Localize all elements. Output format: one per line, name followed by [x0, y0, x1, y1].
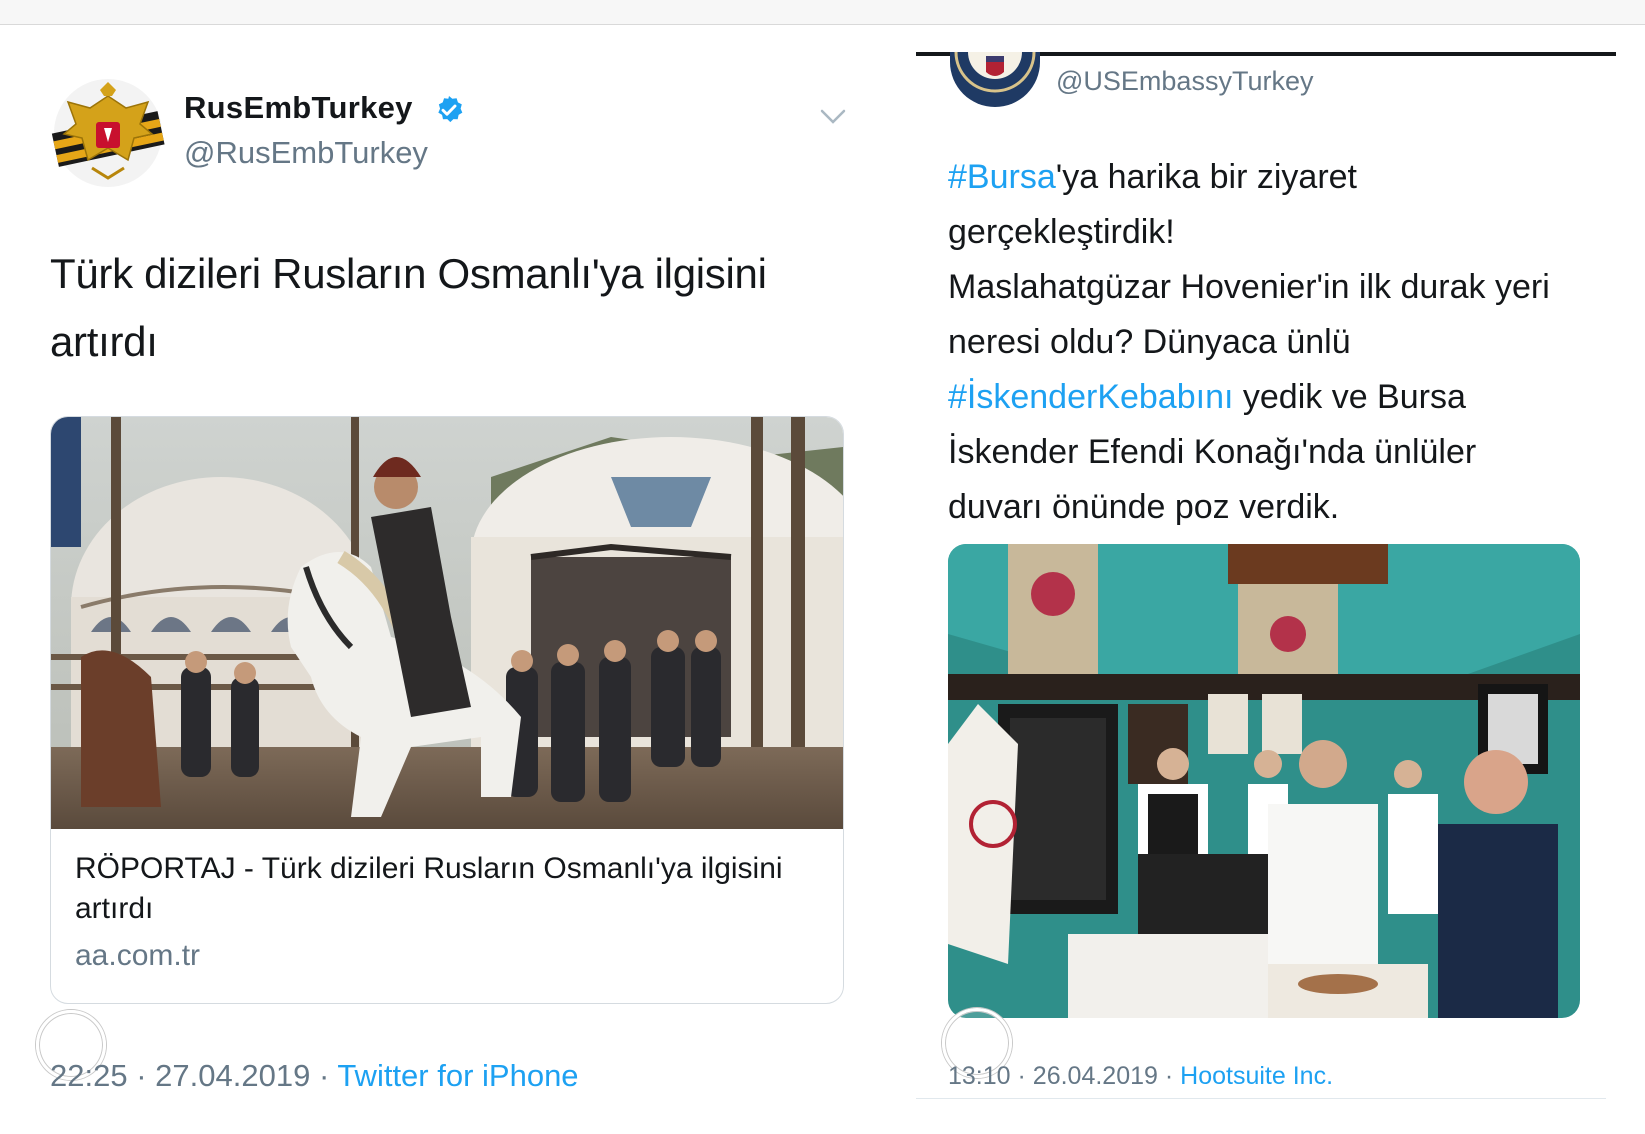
- card-domain[interactable]: aa.com.tr: [75, 939, 200, 973]
- chevron-down-icon[interactable]: [818, 106, 848, 128]
- meta-separator: ·: [318, 1058, 330, 1093]
- hashtag-link[interactable]: #Bursa: [948, 158, 1056, 196]
- verified-badge-icon: [438, 96, 463, 123]
- user-handle[interactable]: @RusEmbTurkey: [184, 135, 428, 171]
- tweet-text: Türk dizileri Rusların Osmanlı'ya ilgisi…: [50, 250, 767, 365]
- tweet-photo[interactable]: [948, 544, 1580, 1018]
- tweet-meta: 13:10 · 26.04.2019 · Hootsuite Inc.: [948, 1062, 1333, 1091]
- tweet-meta: 22:25 · 27.04.2019 · Twitter for iPhone: [50, 1058, 579, 1094]
- tweet-time[interactable]: 22:25: [50, 1058, 128, 1093]
- card-image: [51, 417, 843, 829]
- tweet-source-link[interactable]: Twitter for iPhone: [337, 1058, 578, 1093]
- card-title[interactable]: RÖPORTAJ - Türk dizileri Rusların Osmanl…: [75, 849, 815, 929]
- meta-separator: ·: [1164, 1062, 1174, 1090]
- tweet-text-line: neresi oldu? Dünyaca ünlü: [948, 323, 1351, 361]
- meta-separator: ·: [1017, 1062, 1026, 1090]
- browser-top-bar: [0, 0, 1645, 25]
- us-embassy-seal-avatar[interactable]: [950, 52, 1040, 112]
- tweet-text-line: Maslahatgüzar Hovenier'in ilk durak yeri: [948, 268, 1550, 306]
- bottom-divider: [916, 1098, 1606, 1099]
- tweet-source-link[interactable]: Hootsuite Inc.: [1180, 1062, 1333, 1090]
- tweet-text-line: gerçekleştirdik!: [948, 213, 1175, 251]
- tweet-text-segment: yedik ve Bursa: [1233, 378, 1466, 416]
- russian-embassy-avatar[interactable]: [48, 78, 168, 188]
- hashtag-link[interactable]: #İskenderKebabını: [948, 378, 1233, 416]
- tweet-text-line: duvarı önünde poz verdik.: [948, 488, 1340, 526]
- link-card[interactable]: RÖPORTAJ - Türk dizileri Rusların Osmanl…: [50, 416, 844, 1004]
- user-handle[interactable]: @USEmbassyTurkey: [1056, 66, 1313, 97]
- meta-separator: ·: [136, 1058, 147, 1093]
- tweet-date[interactable]: 27.04.2019: [155, 1058, 310, 1093]
- tweet-text: #Bursa'ya harika bir ziyaret gerçekleşti…: [948, 150, 1608, 535]
- display-name[interactable]: RusEmbTurkey: [184, 90, 413, 126]
- tweet-text-line: İskender Efendi Konağı'nda ünlüler: [948, 433, 1477, 471]
- tweet-time[interactable]: 13:10: [948, 1062, 1011, 1090]
- tweet-date[interactable]: 26.04.2019: [1033, 1062, 1158, 1090]
- tweet-text-segment: 'ya harika bir ziyaret: [1055, 158, 1358, 196]
